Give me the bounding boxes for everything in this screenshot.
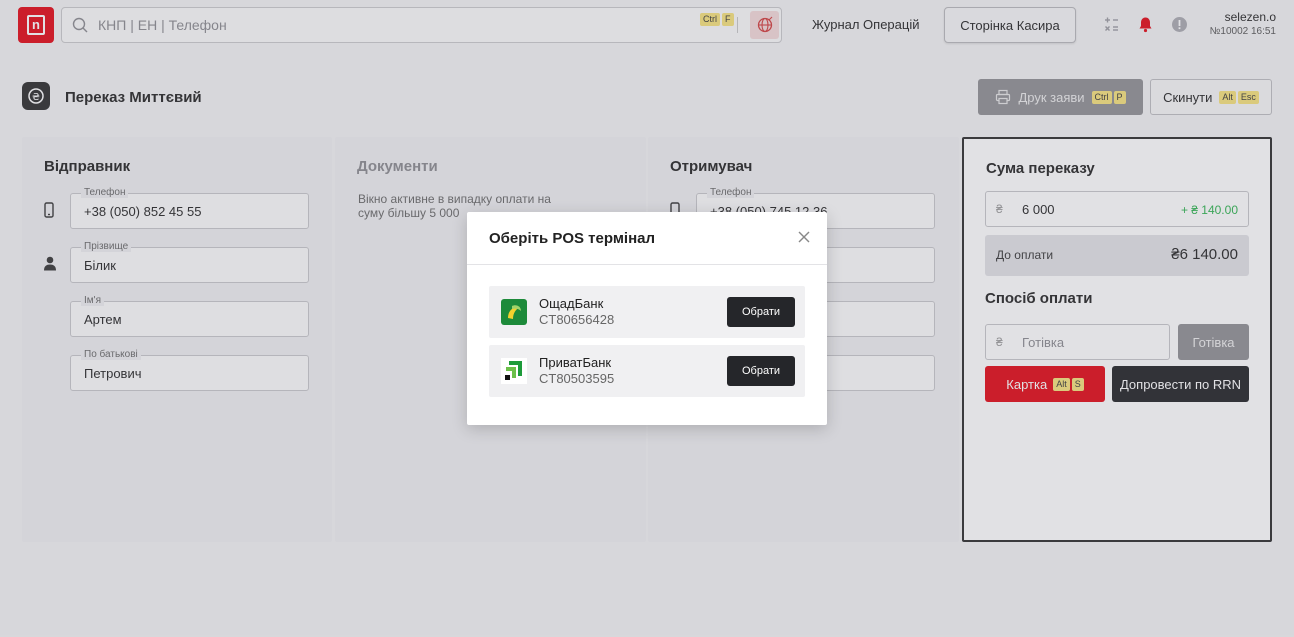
modal-title: Оберіть POS термінал	[489, 230, 656, 247]
terminal-id: CT80656428	[539, 312, 615, 327]
terminal-bank-name: ОщадБанк	[539, 296, 604, 311]
modal-divider	[467, 264, 827, 265]
select-terminal-button[interactable]: Обрати	[727, 356, 795, 386]
terminal-id: CT80503595	[539, 371, 615, 386]
privatbank-logo-icon	[501, 358, 527, 384]
terminal-bank-name: ПриватБанк	[539, 355, 612, 370]
oschadbank-logo-icon	[501, 299, 527, 325]
terminal-item-oschadbank: ОщадБанк CT80656428 Обрати	[489, 286, 805, 338]
select-terminal-button[interactable]: Обрати	[727, 297, 795, 327]
close-icon[interactable]	[797, 230, 811, 244]
pos-terminal-modal: Оберіть POS термінал ОщадБанк CT80656428…	[467, 212, 827, 425]
terminal-item-privatbank: ПриватБанк CT80503595 Обрати	[489, 345, 805, 397]
